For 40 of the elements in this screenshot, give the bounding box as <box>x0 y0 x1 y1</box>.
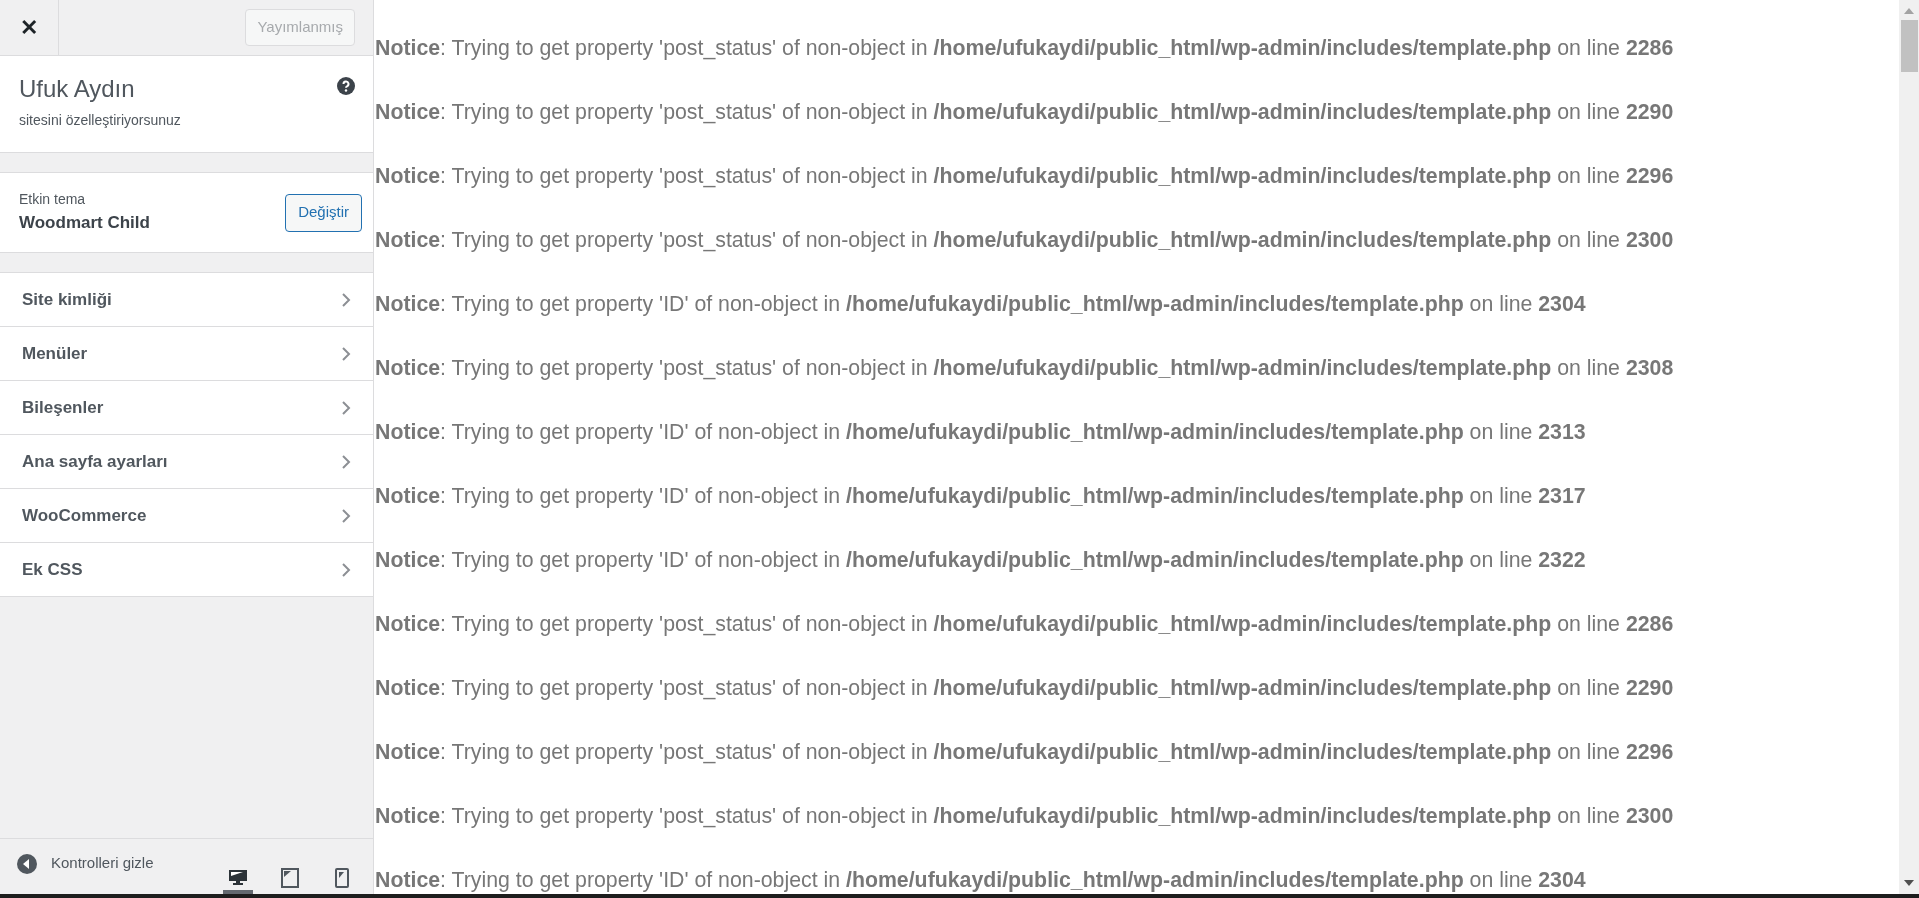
tablet-icon <box>281 868 299 888</box>
php-notice: Notice: Trying to get property 'ID' of non-object in /home/ufukaydi/public_html/wp-admin/includes/template.php on line 2322 <box>375 547 1587 574</box>
site-title: Ufuk Aydın <box>19 74 135 104</box>
scrollbar-thumb[interactable] <box>1900 20 1918 72</box>
section-item[interactable]: WooCommerce <box>0 489 373 543</box>
chevron-right-icon <box>341 291 351 308</box>
theme-name: Woodmart Child <box>19 212 151 235</box>
section-item[interactable]: Ek CSS <box>0 543 373 597</box>
section-item[interactable]: Bileşenler <box>0 381 373 435</box>
php-notice: Notice: Trying to get property 'ID' of non-object in /home/ufukaydi/public_html/wp-admin/includes/template.php on line 2304 <box>375 867 1587 894</box>
close-button[interactable]: ✕ <box>0 0 59 55</box>
chevron-right-icon <box>341 345 351 362</box>
php-notice: Notice: Trying to get property 'post_status' of non-object in /home/ufukaydi/public_html/wp-admin/includes/template.php on line 2290 <box>375 675 1675 702</box>
php-notice: Notice: Trying to get property 'post_status' of non-object in /home/ufukaydi/public_html/wp-admin/includes/template.php on line 2286 <box>375 611 1675 638</box>
chevron-right-icon <box>341 399 351 416</box>
section-item[interactable]: Site kimliği <box>0 273 373 327</box>
section-item[interactable]: Ana sayfa ayarları <box>0 435 373 489</box>
php-notice: Notice: Trying to get property 'post_status' of non-object in /home/ufukaydi/public_html/wp-admin/includes/template.php on line 2300 <box>375 227 1675 254</box>
chevron-right-icon <box>341 453 351 470</box>
php-notice: Notice: Trying to get property 'post_status' of non-object in /home/ufukaydi/public_html/wp-admin/includes/template.php on line 2300 <box>375 803 1675 830</box>
php-notice: Notice: Trying to get property 'ID' of non-object in /home/ufukaydi/public_html/wp-admin/includes/template.php on line 2313 <box>375 419 1587 446</box>
chevron-right-icon <box>341 507 351 524</box>
site-subtitle: sitesini özelleştiriyorsunuz <box>19 111 182 130</box>
scroll-down-icon[interactable] <box>1904 880 1914 886</box>
change-theme-button[interactable]: Değiştir <box>285 193 362 232</box>
php-notice: Notice: Trying to get property 'post_status' of non-object in /home/ufukaydi/public_html/wp-admin/includes/template.php on line 2286 <box>375 35 1675 62</box>
theme-label: Etkin tema <box>19 190 87 210</box>
php-notice: Notice: Trying to get property 'post_status' of non-object in /home/ufukaydi/public_html/wp-admin/includes/template.php on line 2296 <box>375 739 1675 766</box>
php-notice: Notice: Trying to get property 'ID' of non-object in /home/ufukaydi/public_html/wp-admin/includes/template.php on line 2317 <box>375 483 1587 510</box>
desktop-icon <box>228 868 248 888</box>
php-notice: Notice: Trying to get property 'ID' of non-object in /home/ufukaydi/public_html/wp-admin/includes/template.php on line 2304 <box>375 291 1587 318</box>
help-icon[interactable] <box>337 77 355 95</box>
arrow-left-circle-icon <box>17 853 37 874</box>
php-notice: Notice: Trying to get property 'post_status' of non-object in /home/ufukaydi/public_html/wp-admin/includes/template.php on line 2290 <box>375 99 1675 126</box>
chevron-right-icon <box>341 561 351 578</box>
section-item[interactable]: Menüler <box>0 327 373 381</box>
php-notice: Notice: Trying to get property 'post_status' of non-object in /home/ufukaydi/public_html/wp-admin/includes/template.php on line 2296 <box>375 163 1675 190</box>
hide-controls-button[interactable]: Kontrolleri gizle <box>17 852 154 875</box>
php-notice: Notice: Trying to get property 'post_status' of non-object in /home/ufukaydi/public_html/wp-admin/includes/template.php on line 2308 <box>375 355 1675 382</box>
phone-icon <box>335 868 349 888</box>
